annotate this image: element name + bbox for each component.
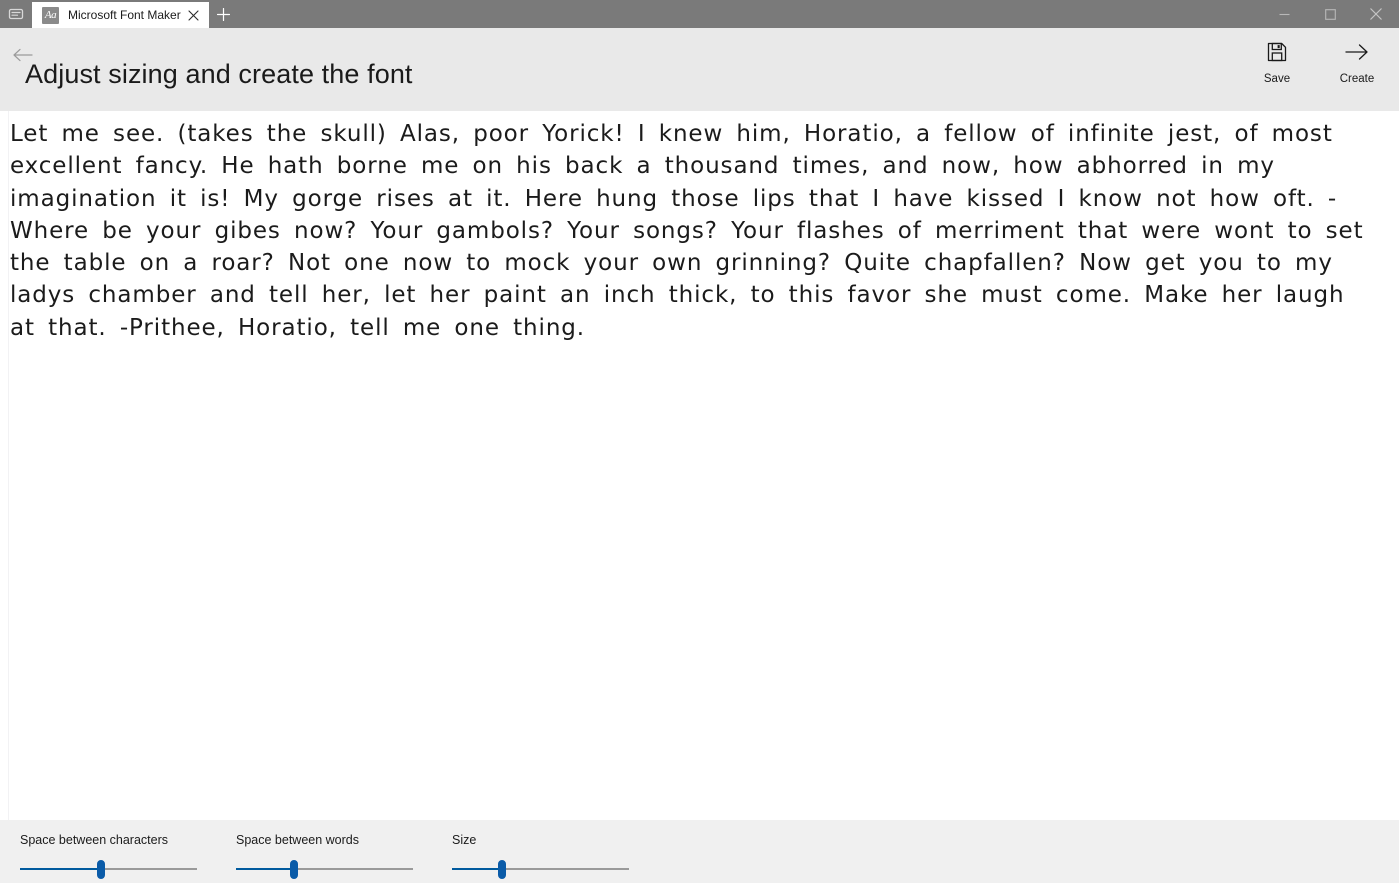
slider-group-space-between-words: Space between words [236, 833, 432, 879]
slider-size[interactable] [452, 860, 629, 879]
slider-thumb[interactable] [290, 860, 299, 879]
save-label: Save [1263, 73, 1291, 85]
window-controls [1261, 0, 1399, 28]
arrow-right-icon [1344, 41, 1370, 68]
slider-group-space-between-characters: Space between characters [20, 833, 216, 879]
maximize-button[interactable] [1307, 0, 1353, 28]
slider-thumb[interactable] [97, 860, 106, 879]
new-tab-button[interactable] [209, 0, 239, 28]
slider-label-space-between-characters: Space between characters [20, 833, 169, 847]
create-label: Create [1339, 73, 1375, 85]
browser-tab[interactable]: Aa Microsoft Font Maker [32, 2, 209, 28]
canvas-left-guide [8, 111, 9, 820]
minimize-button[interactable] [1261, 0, 1307, 28]
app-favicon: Aa [42, 6, 59, 24]
slider-label-space-between-words: Space between words [236, 833, 359, 847]
slider-fill [452, 868, 502, 870]
slider-fill [20, 868, 102, 870]
slider-fill [236, 868, 295, 870]
slider-thumb[interactable] [497, 860, 506, 879]
slider-space-between-words[interactable] [236, 860, 413, 879]
slider-toolbar: Space between characters Space between w… [0, 820, 1399, 883]
header-actions: Save Create [1251, 41, 1383, 85]
tab-close-icon[interactable] [183, 4, 205, 26]
slider-group-size: Size [452, 833, 648, 879]
create-button[interactable]: Create [1331, 41, 1383, 85]
page-header: Adjust sizing and create the font Save C… [0, 28, 1399, 111]
page-title: Adjust sizing and create the font [25, 59, 413, 89]
slider-label-size: Size [452, 833, 477, 847]
sample-text-preview: Let me see. (takes the skull) Alas, poor… [10, 121, 1364, 341]
slider-space-between-characters[interactable] [20, 860, 197, 879]
tab-list-icon[interactable] [0, 0, 32, 28]
tab-title: Microsoft Font Maker [68, 8, 181, 22]
font-preview-canvas[interactable]: Let me see. (takes the skull) Alas, poor… [0, 111, 1399, 820]
app-window: Aa Microsoft Font Maker Adjust sizing an… [0, 0, 1399, 883]
save-icon [1266, 41, 1288, 68]
close-button[interactable] [1353, 0, 1399, 28]
title-bar: Aa Microsoft Font Maker [0, 0, 1399, 28]
save-button[interactable]: Save [1251, 41, 1303, 85]
